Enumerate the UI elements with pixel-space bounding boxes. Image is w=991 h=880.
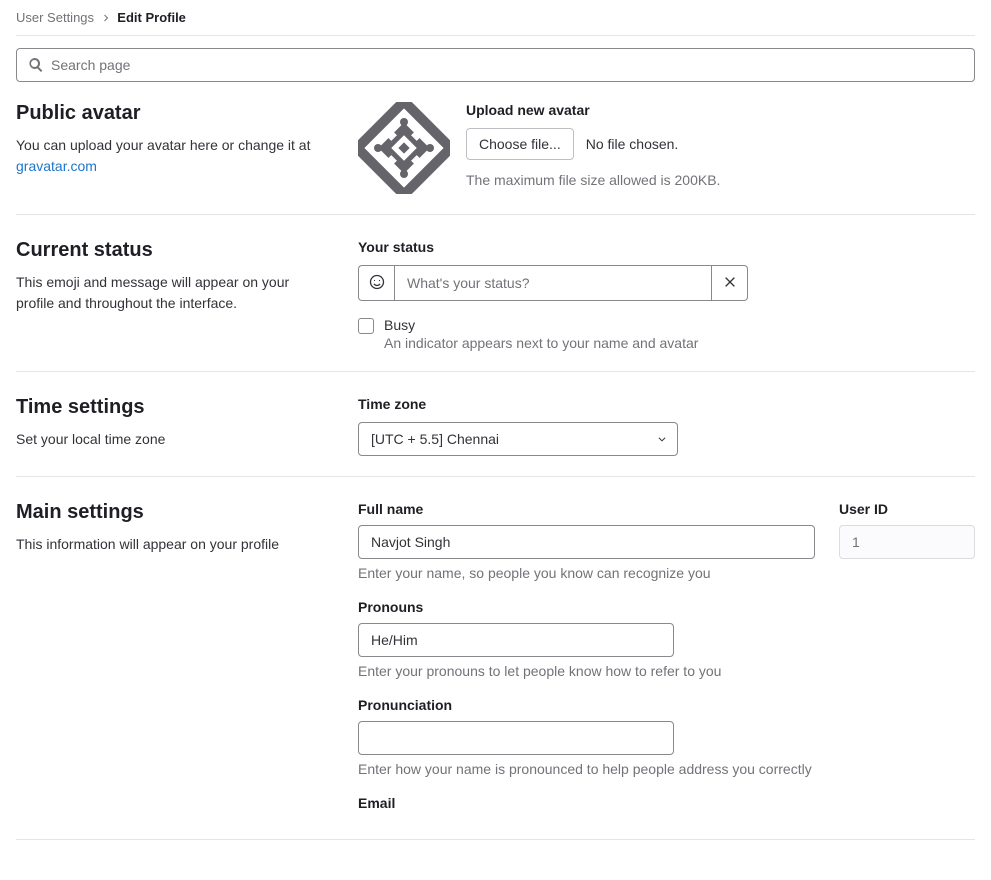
timezone-label: Time zone <box>358 396 975 412</box>
upload-avatar-label: Upload new avatar <box>466 102 975 118</box>
chevron-right-icon <box>102 10 110 25</box>
status-label: Your status <box>358 239 975 255</box>
main-title: Main settings <box>16 501 328 524</box>
search-input[interactable] <box>16 48 975 82</box>
timezone-value: [UTC + 5.5] Chennai <box>371 431 499 447</box>
max-size-text: The maximum file size allowed is 200KB. <box>466 172 975 188</box>
search-wrap <box>16 48 975 82</box>
smiley-icon <box>369 274 385 293</box>
fullname-label: Full name <box>358 501 815 517</box>
pronunciation-label: Pronunciation <box>358 697 975 713</box>
section-main-settings: Main settings This information will appe… <box>16 501 975 840</box>
busy-label: Busy <box>384 317 698 333</box>
emoji-picker-button[interactable] <box>358 265 394 301</box>
status-desc: This emoji and message will appear on yo… <box>16 272 328 314</box>
section-current-status: Current status This emoji and message wi… <box>16 239 975 372</box>
avatar-desc: You can upload your avatar here or chang… <box>16 135 328 177</box>
pronunciation-input[interactable] <box>358 721 674 755</box>
status-title: Current status <box>16 239 328 262</box>
userid-label: User ID <box>839 501 975 517</box>
close-icon <box>723 275 737 292</box>
userid-field: 1 <box>839 525 975 559</box>
avatar-image <box>358 102 450 194</box>
pronunciation-help: Enter how your name is pronounced to hel… <box>358 761 975 777</box>
pronouns-label: Pronouns <box>358 599 975 615</box>
no-file-text: No file chosen. <box>586 136 679 152</box>
clear-status-button[interactable] <box>712 265 748 301</box>
busy-help: An indicator appears next to your name a… <box>384 335 698 351</box>
gravatar-link[interactable]: gravatar.com <box>16 158 97 174</box>
time-desc: Set your local time zone <box>16 429 328 450</box>
breadcrumb-current: Edit Profile <box>117 10 186 25</box>
time-title: Time settings <box>16 396 328 419</box>
section-public-avatar: Public avatar You can upload your avatar… <box>16 102 975 215</box>
chevron-down-icon <box>657 431 667 447</box>
busy-checkbox[interactable] <box>358 318 374 334</box>
email-label: Email <box>358 795 975 811</box>
divider <box>16 35 975 36</box>
pronouns-input[interactable] <box>358 623 674 657</box>
timezone-select[interactable]: [UTC + 5.5] Chennai <box>358 422 678 456</box>
breadcrumb-parent[interactable]: User Settings <box>16 10 94 25</box>
section-time-settings: Time settings Set your local time zone T… <box>16 396 975 477</box>
pronouns-help: Enter your pronouns to let people know h… <box>358 663 975 679</box>
main-desc: This information will appear on your pro… <box>16 534 328 555</box>
fullname-help: Enter your name, so people you know can … <box>358 565 815 581</box>
breadcrumb: User Settings Edit Profile <box>16 0 975 35</box>
avatar-title: Public avatar <box>16 102 328 125</box>
status-input[interactable] <box>394 265 712 301</box>
avatar-desc-prefix: You can upload your avatar here or chang… <box>16 137 310 153</box>
fullname-input[interactable] <box>358 525 815 559</box>
choose-file-button[interactable]: Choose file... <box>466 128 574 160</box>
